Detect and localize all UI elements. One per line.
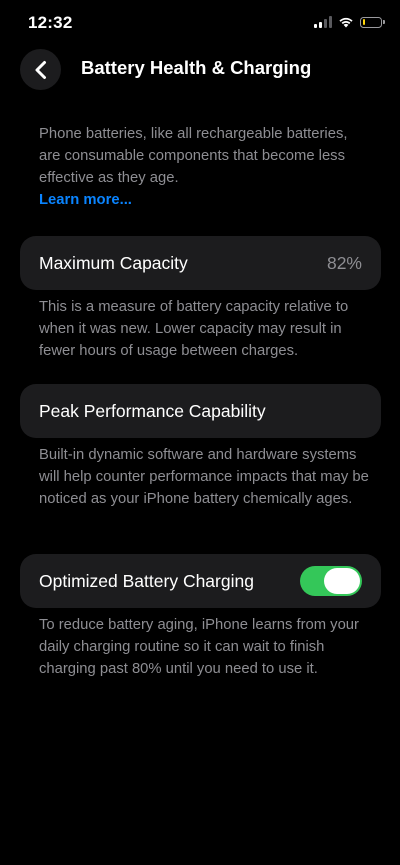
status-bar: 12:32: [0, 0, 400, 46]
intro-text: Phone batteries, like all rechargeable b…: [39, 126, 348, 186]
battery-icon: [360, 16, 385, 28]
signal-icon: [314, 16, 332, 28]
chevron-left-icon: [35, 60, 46, 79]
maximum-capacity-row: Maximum Capacity 82%: [20, 236, 381, 290]
battery-fill: [362, 19, 365, 25]
optimized-charging-toggle[interactable]: [300, 566, 362, 596]
optimized-charging-label: Optimized Battery Charging: [39, 570, 254, 591]
intro-section: Phone batteries, like all rechargeable b…: [39, 123, 369, 211]
learn-more-link[interactable]: Learn more...: [39, 189, 369, 211]
maximum-capacity-label: Maximum Capacity: [39, 252, 188, 273]
toggle-knob: [324, 568, 360, 594]
peak-performance-label: Peak Performance Capability: [39, 400, 266, 421]
peak-performance-description: Built-in dynamic software and hardware s…: [39, 447, 369, 507]
status-icons: [314, 14, 385, 30]
maximum-capacity-value: 82%: [326, 252, 362, 273]
back-button[interactable]: [20, 49, 61, 90]
status-time: 12:32: [28, 13, 73, 32]
maximum-capacity-description: This is a measure of battery capacity re…: [39, 299, 349, 359]
page-title: Battery Health & Charging: [81, 57, 312, 78]
wifi-icon: [339, 17, 353, 28]
nav-bar: Battery Health & Charging: [0, 46, 400, 90]
peak-performance-row: Peak Performance Capability: [20, 384, 381, 438]
optimized-charging-description: To reduce battery aging, iPhone learns f…: [39, 617, 359, 677]
optimized-charging-row: Optimized Battery Charging: [20, 554, 381, 608]
